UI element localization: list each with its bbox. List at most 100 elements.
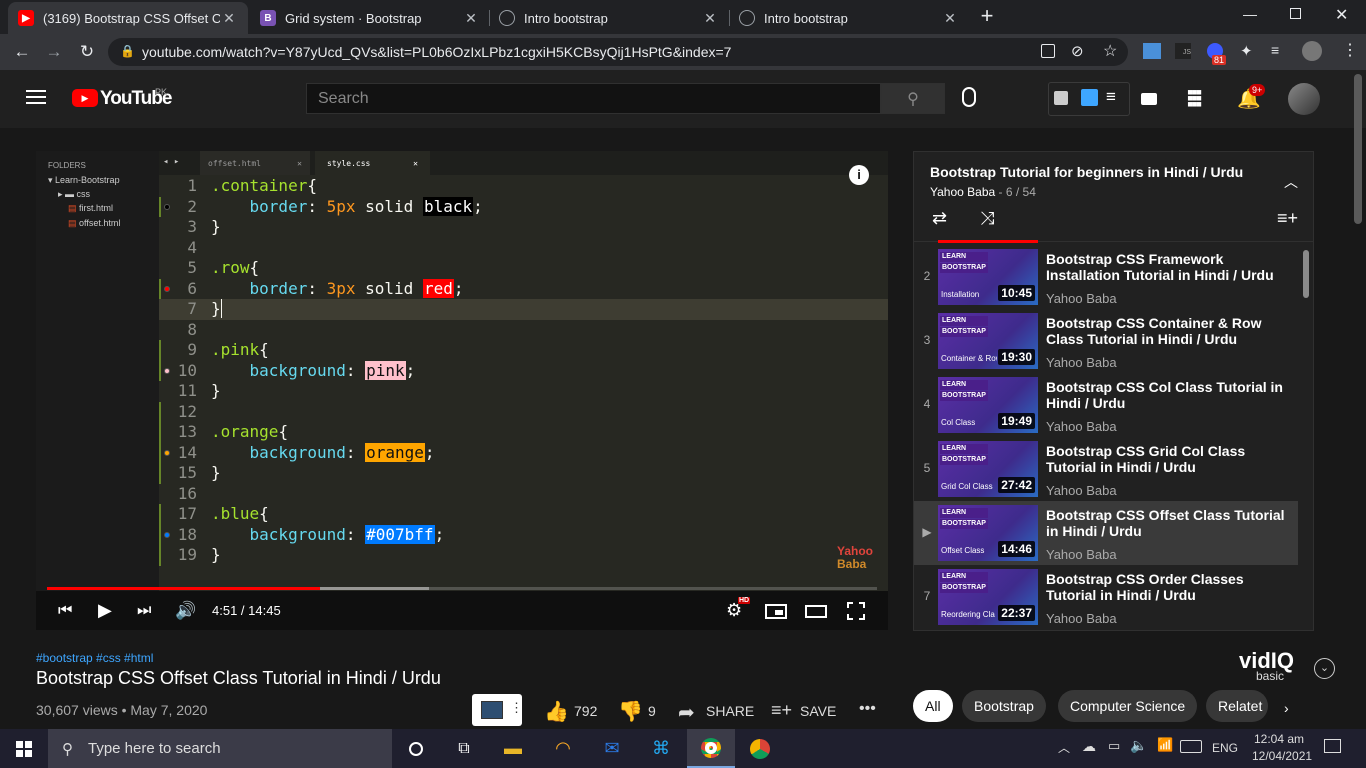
video-title[interactable]: Bootstrap CSS Order Classes Tutorial in … [1046,571,1291,603]
next-icon[interactable]: ⏭ [137,602,151,620]
bookmark-star-icon[interactable]: ☆ [1103,41,1117,61]
chip-computer-science[interactable]: Computer Science [1058,690,1198,722]
video-player[interactable]: FOLDERS ▾ Learn-Bootstrap ▸ ▬ css ▤ firs… [36,151,888,630]
forward-arrow-icon[interactable]: → [42,40,66,64]
chip-related[interactable]: Relatet [1206,690,1268,722]
playlist-item[interactable]: 2 LEARN BOOTSTRAP Installation 10:45 Bootst… [914,245,1313,309]
close-tab-icon[interactable]: ✕ [941,10,959,27]
open-in-app-icon[interactable] [1041,44,1055,58]
close-tab-icon[interactable]: ✕ [701,10,719,27]
playlist-item-current[interactable]: ▶ LEARN BOOTSTRAP Offset Class 14:46 Bootst… [914,501,1298,565]
extension-icon[interactable] [1143,43,1161,59]
playlist-item[interactable]: 7 LEARN BOOTSTRAP Reordering Cla 22:37 Boot… [914,565,1313,629]
microphone-icon[interactable] [962,87,976,107]
browser-menu-icon[interactable]: ⋮ [1342,40,1358,60]
search-button[interactable]: ⚲ [881,83,945,114]
like-thumb-icon[interactable]: 👍 [544,699,569,724]
windows-start-icon[interactable] [0,729,48,768]
list-icon[interactable]: ≡ [1106,87,1116,107]
browser-tab-intro-2[interactable]: Intro bootstrap ✕ [729,2,969,34]
playlist-item[interactable]: 5 LEARN BOOTSTRAP Grid Col Class 27:42 Boot… [914,437,1313,501]
wifi-icon[interactable]: 📶 [1157,737,1173,753]
language-indicator[interactable]: ENG [1212,741,1238,755]
miniplayer-icon[interactable] [765,604,787,619]
vscode-icon[interactable]: ⌘ [637,729,685,768]
vidiq-expand-chevron-icon[interactable]: ⌄ [1314,658,1335,679]
back-arrow-icon[interactable]: ← [10,40,34,64]
video-title[interactable]: Bootstrap CSS Framework Installation Tut… [1046,251,1291,283]
hashtags[interactable]: #bootstrap #css #html [36,651,153,665]
playlist-item[interactable]: 3 LEARN BOOTSTRAP Container & Row 19:30 Boo… [914,309,1313,373]
battery-icon[interactable]: ▭ [1108,738,1120,754]
tracking-off-icon[interactable]: ⊘ [1071,42,1084,60]
file-explorer-icon[interactable]: ▬ [489,729,537,768]
chrome-taskbar-active-icon[interactable] [687,729,735,768]
shuffle-icon[interactable]: ⤨ [980,208,994,229]
channel-name[interactable]: Yahoo Baba [1046,547,1117,562]
video-title[interactable]: Bootstrap CSS Col Class Tutorial in Hind… [1046,379,1291,411]
play-icon[interactable]: ▶ [98,600,112,621]
keyboard-icon[interactable] [1180,740,1202,753]
volume-icon[interactable]: 🔊 [175,601,196,621]
video-thumbnail[interactable]: LEARN BOOTSTRAP Reordering Cla 22:37 [938,569,1038,625]
more-actions-icon[interactable]: ••• [859,700,876,718]
video-title[interactable]: Bootstrap CSS Container & Row Class Tuto… [1046,315,1291,347]
video-thumbnail[interactable]: LEARN BOOTSTRAP Container & Row 19:30 [938,313,1038,369]
video-thumbnail[interactable]: LEARN BOOTSTRAP Offset Class 14:46 [938,505,1038,561]
video-thumbnail[interactable]: LEARN BOOTSTRAP Installation 10:45 [938,249,1038,305]
speaker-icon[interactable]: 🔈 [1130,737,1147,754]
search-input[interactable]: Search [306,83,881,114]
tray-chevron-icon[interactable]: ︿ [1058,739,1070,756]
mail-icon[interactable]: ✉ [588,729,636,768]
puzzle-icon[interactable]: ✦ [1240,42,1253,60]
new-tab-button[interactable]: + [976,5,998,29]
media-control-icon[interactable]: ≡ [1271,42,1279,58]
channel-name[interactable]: Yahoo Baba [1046,419,1117,434]
chips-next-chevron-icon[interactable]: › [1284,700,1289,716]
app-rainbow-icon[interactable]: ◠ [539,729,587,768]
notification-center-icon[interactable] [1324,739,1341,753]
close-window-icon[interactable]: ✕ [1335,5,1348,25]
browser-tab-intro-1[interactable]: Intro bootstrap ✕ [489,2,729,34]
browser-tab-youtube[interactable]: ▶ (3169) Bootstrap CSS Offset Class Tuto… [8,2,248,34]
clock-date[interactable]: 12/04/2021 [1252,749,1312,763]
vidiq-channel-icon[interactable] [1081,89,1098,106]
collapse-chevron-icon[interactable]: ︿ [1284,172,1298,192]
cortana-circle-icon[interactable] [392,729,440,768]
reload-icon[interactable]: ↻ [75,40,99,64]
onedrive-cloud-icon[interactable]: ☁ [1082,738,1096,755]
close-tab-icon[interactable]: ✕ [220,10,238,27]
page-scrollbar[interactable] [1354,74,1362,224]
close-tab-icon[interactable]: ✕ [462,10,480,27]
hamburger-menu-icon[interactable] [26,90,46,104]
js-extension-icon[interactable]: JS [1175,43,1191,59]
chip-bootstrap[interactable]: Bootstrap [962,690,1046,722]
info-icon[interactable]: i [849,165,869,185]
share-button[interactable]: SHARE [706,703,754,719]
save-button[interactable]: SAVE [800,703,836,719]
task-view-icon[interactable]: ⧉ [440,729,488,768]
channel-name[interactable]: Yahoo Baba [1046,483,1117,498]
video-thumbnail[interactable]: LEARN BOOTSTRAP Col Class 19:49 [938,377,1038,433]
minimize-window-icon[interactable]: — [1243,6,1257,22]
vidiq-button[interactable]: ⋮ [472,694,523,726]
restore-window-icon[interactable] [1290,8,1301,19]
youtube-logo-icon[interactable]: ▶ [72,89,98,107]
video-title[interactable]: Bootstrap CSS Offset Class Tutorial in H… [1046,507,1291,539]
fullscreen-icon[interactable] [847,602,865,620]
dislike-thumb-icon[interactable]: 👎 [618,699,643,724]
account-avatar[interactable] [1288,83,1320,115]
share-arrow-icon[interactable]: ➦ [678,700,695,725]
loop-icon[interactable]: ⇄ [932,208,947,229]
save-playlist-add-icon[interactable]: ≡+ [771,700,792,721]
theater-mode-icon[interactable] [805,605,827,618]
playlist-title[interactable]: Bootstrap Tutorial for beginners in Hind… [930,164,1260,180]
chip-all[interactable]: All [913,690,953,722]
seek-bar[interactable] [47,587,877,590]
channel-name[interactable]: Yahoo Baba [1046,291,1117,306]
channel-name[interactable]: Yahoo Baba [1046,355,1117,370]
channel-name[interactable]: Yahoo Baba [1046,611,1117,626]
previous-icon[interactable]: ⏮ [58,602,72,620]
playlist-item[interactable]: 4 LEARN BOOTSTRAP Col Class 19:49 Bootstrap… [914,373,1313,437]
browser-tab-bootstrap[interactable]: B Grid system · Bootstrap ✕ [250,2,490,34]
